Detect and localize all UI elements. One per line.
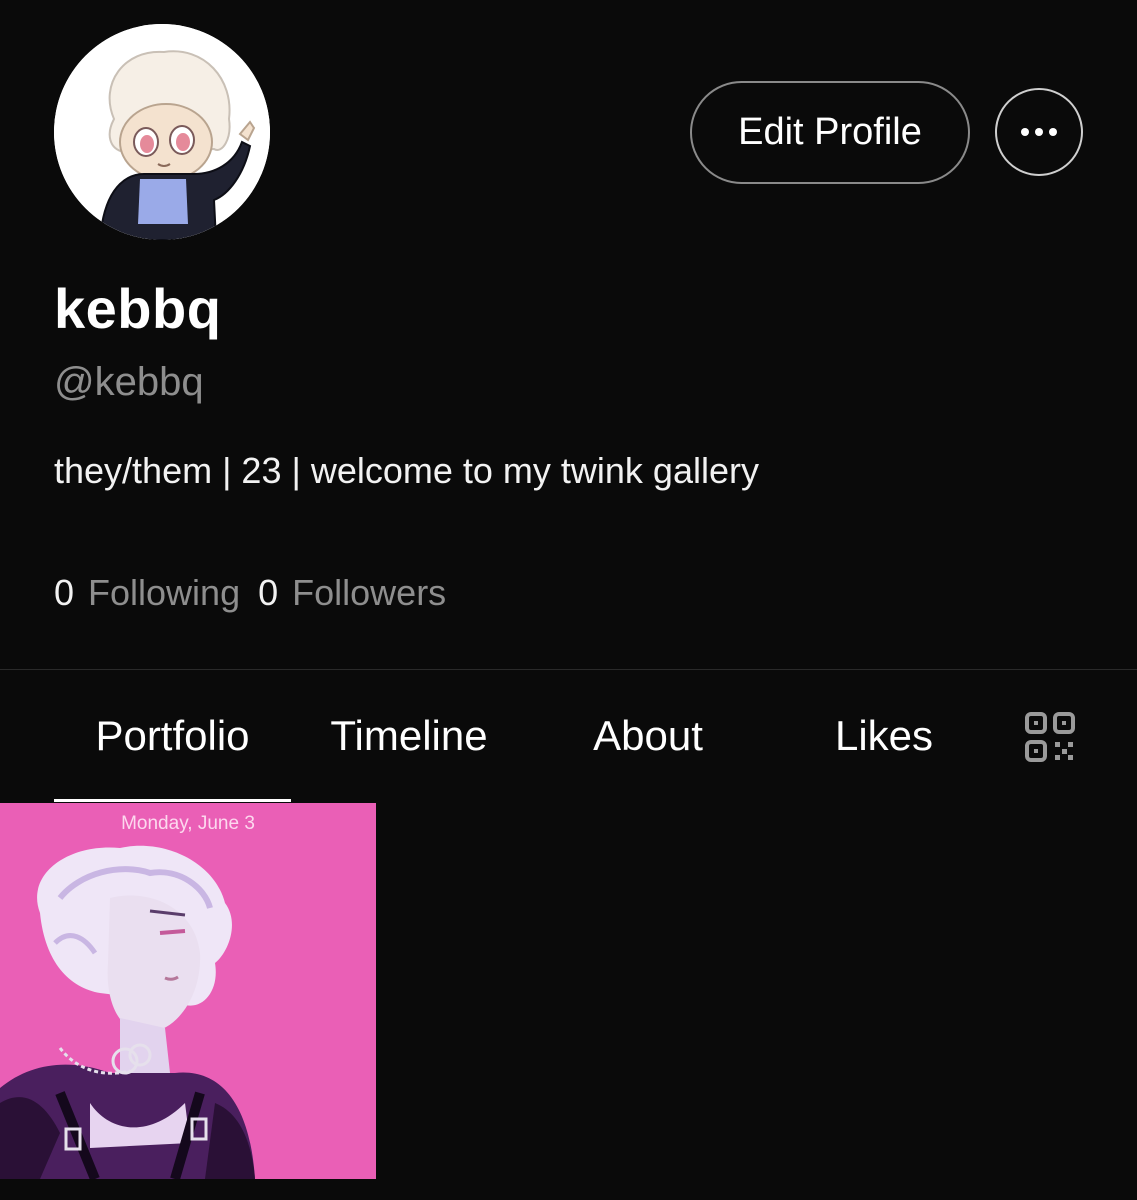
display-name: kebbq [54, 277, 222, 340]
followers-label[interactable]: Followers [292, 572, 446, 614]
portfolio-item-caption: Monday, June 3 [121, 813, 255, 834]
tab-timeline[interactable]: Timeline [300, 670, 518, 802]
following-count[interactable]: 0 [54, 572, 74, 614]
profile-page: Edit Profile kebbq @kebbq they/them | 23… [0, 0, 1137, 1200]
username-handle: @kebbq [54, 360, 204, 404]
more-horizontal-icon [1021, 128, 1057, 136]
profile-bio: they/them | 23 | welcome to my twink gal… [54, 450, 759, 491]
following-label[interactable]: Following [88, 572, 240, 614]
followers-count[interactable]: 0 [258, 572, 278, 614]
portfolio-artwork [0, 803, 376, 1179]
edit-profile-button[interactable]: Edit Profile [690, 81, 970, 184]
more-options-button[interactable] [995, 88, 1083, 176]
avatar-illustration [54, 24, 270, 240]
tab-likes[interactable]: Likes [800, 670, 968, 802]
tab-about[interactable]: About [548, 670, 748, 802]
qr-code-icon[interactable] [1024, 711, 1076, 763]
portfolio-item[interactable]: Monday, June 3 [0, 803, 376, 1179]
profile-tabs: Portfolio Timeline About Likes [0, 670, 1137, 802]
tab-portfolio[interactable]: Portfolio [54, 670, 291, 802]
avatar[interactable] [54, 24, 270, 240]
follow-stats: 0 Following 0 Followers [54, 572, 450, 614]
